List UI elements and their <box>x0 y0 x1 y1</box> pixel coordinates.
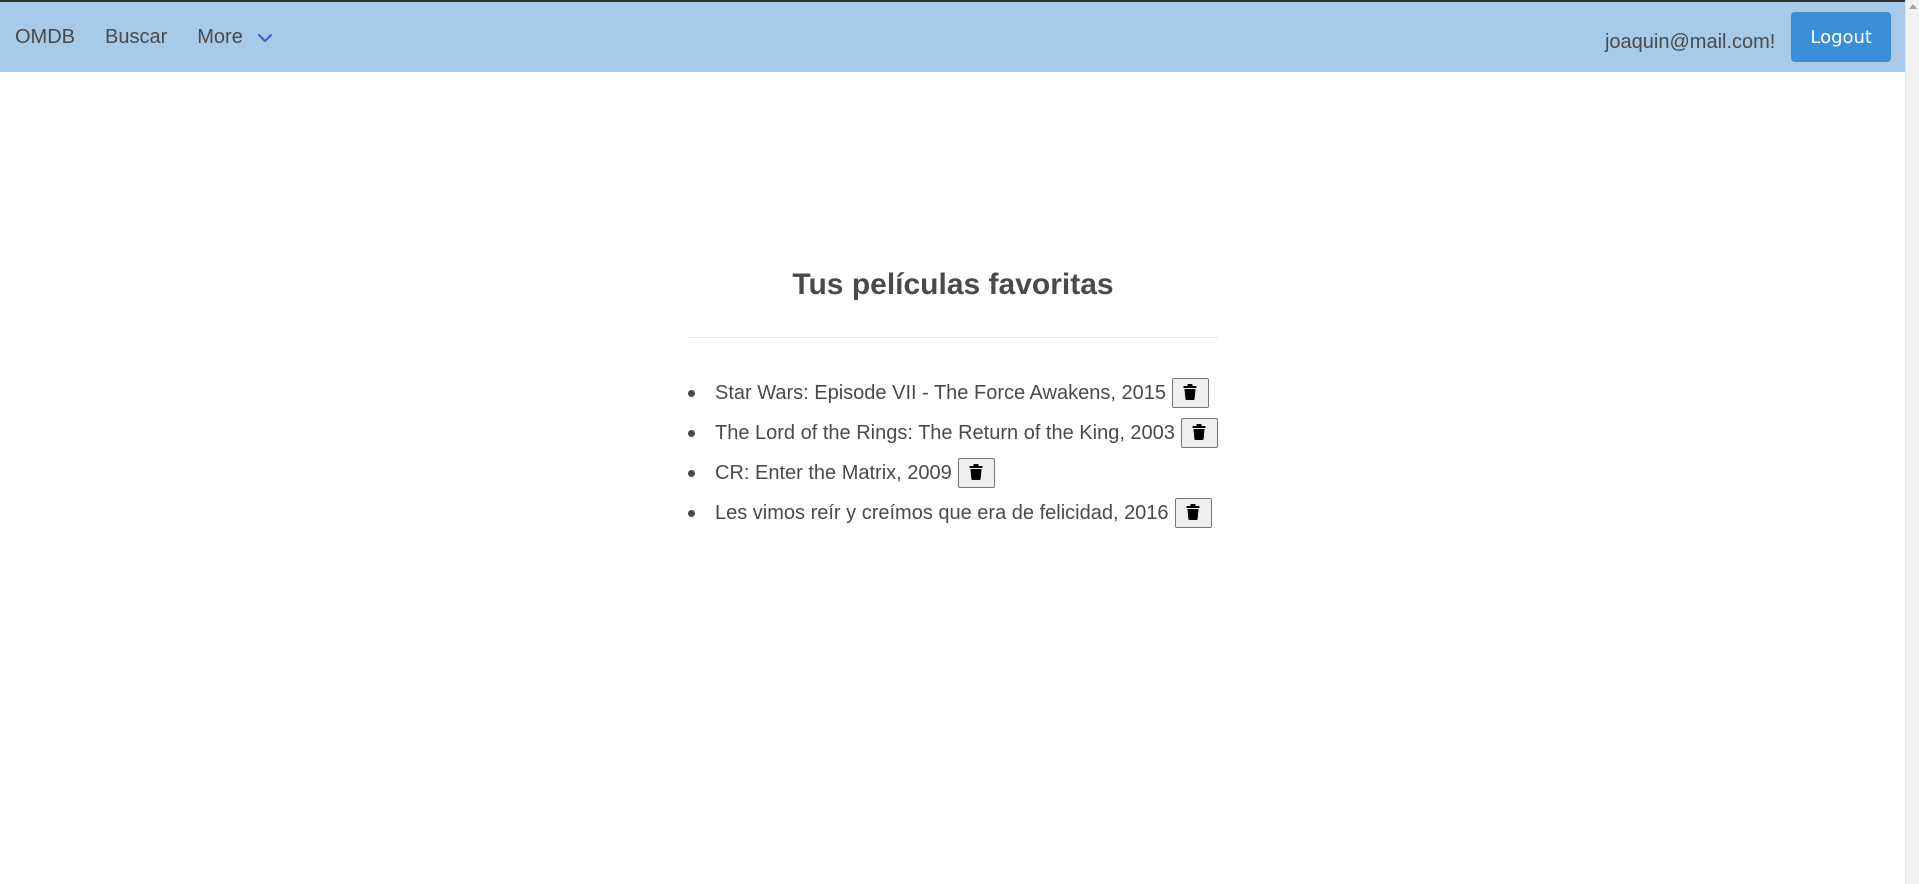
navbar: OMDB Buscar More joaquin@mail.com! Logou… <box>0 2 1905 72</box>
nav-left: OMDB Buscar More <box>0 2 290 72</box>
trash-icon <box>1183 383 1197 403</box>
list-item: Star Wars: Episode VII - The Force Awake… <box>688 373 1218 413</box>
delete-favorite-button[interactable] <box>957 458 995 488</box>
trash-icon <box>1186 503 1200 523</box>
trash-icon <box>969 463 983 483</box>
page-title: Tus películas favoritas <box>792 268 1114 301</box>
favorite-title: Star Wars: Episode VII - The Force Awake… <box>715 381 1166 404</box>
title-divider <box>688 337 1218 338</box>
bullet <box>688 389 695 397</box>
favorites-list: Star Wars: Episode VII - The Force Awake… <box>688 373 1218 533</box>
favorite-title: Les vimos reír y creímos que era de feli… <box>715 501 1169 524</box>
bullet <box>688 469 695 477</box>
list-item: CR: Enter the Matrix, 2009 <box>688 453 1218 493</box>
nav-dropdown-more-label: More <box>197 25 243 48</box>
delete-favorite-button[interactable] <box>1174 498 1212 528</box>
delete-favorite-button[interactable] <box>1171 378 1209 408</box>
nav-dropdown-more[interactable]: More <box>182 2 290 72</box>
list-item: The Lord of the Rings: The Return of the… <box>688 413 1218 453</box>
favorite-title: The Lord of the Rings: The Return of the… <box>715 421 1175 444</box>
trash-icon <box>1192 423 1206 443</box>
logout-button[interactable]: Logout <box>1791 12 1891 62</box>
chevron-down-icon <box>255 28 275 48</box>
nav-right: joaquin@mail.com! Logout <box>1605 2 1905 72</box>
bullet <box>688 509 695 517</box>
vertical-scrollbar[interactable] <box>1905 0 1919 884</box>
nav-brand-omdb[interactable]: OMDB <box>0 2 90 72</box>
favorites-section: Tus películas favoritas Star Wars: Episo… <box>688 240 1218 533</box>
nav-link-buscar[interactable]: Buscar <box>90 2 182 72</box>
scroll-up-arrow-icon[interactable] <box>1909 4 1917 9</box>
user-email: joaquin@mail.com! <box>1604 30 1776 53</box>
delete-favorite-button[interactable] <box>1180 418 1218 448</box>
list-item: Les vimos reír y creímos que era de feli… <box>688 493 1218 533</box>
favorite-title: CR: Enter the Matrix, 2009 <box>715 461 952 484</box>
bullet <box>688 429 695 437</box>
